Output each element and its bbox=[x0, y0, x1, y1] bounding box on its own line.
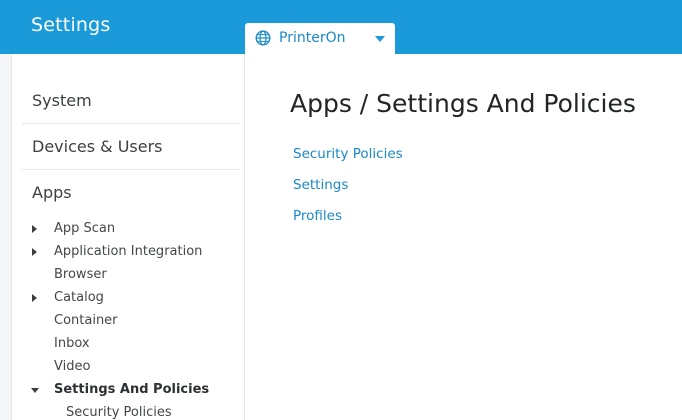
collapse-arrow-icon[interactable] bbox=[31, 388, 39, 393]
sidebar-item-inbox[interactable]: Inbox bbox=[54, 336, 90, 351]
sidebar-divider bbox=[22, 169, 240, 170]
sidebar-item-app-scan[interactable]: App Scan bbox=[54, 221, 115, 236]
sidebar-divider bbox=[22, 123, 240, 124]
link-security-policies[interactable]: Security Policies bbox=[293, 146, 403, 162]
expand-arrow-icon[interactable] bbox=[32, 225, 37, 233]
sidebar-item-container[interactable]: Container bbox=[54, 313, 118, 328]
expand-arrow-icon[interactable] bbox=[32, 248, 37, 256]
left-edge-strip bbox=[0, 54, 12, 420]
sidebar-section-devices-users[interactable]: Devices & Users bbox=[32, 137, 163, 156]
settings-sidebar: System Devices & Users Apps App Scan App… bbox=[12, 54, 245, 420]
globe-icon bbox=[255, 30, 271, 46]
org-selector-dropdown[interactable]: PrinterOn bbox=[245, 23, 395, 57]
sidebar-item-settings-and-policies[interactable]: Settings And Policies bbox=[54, 382, 209, 397]
sidebar-subitem-security-policies[interactable]: Security Policies bbox=[66, 405, 172, 420]
settings-window: Settings PrinterOn System Devices & User… bbox=[0, 0, 682, 420]
page-title: Apps / Settings And Policies bbox=[290, 89, 636, 118]
app-title: Settings bbox=[31, 14, 111, 36]
link-settings[interactable]: Settings bbox=[293, 177, 348, 193]
org-selector-label: PrinterOn bbox=[279, 30, 346, 46]
sidebar-item-video[interactable]: Video bbox=[54, 359, 90, 374]
sidebar-item-catalog[interactable]: Catalog bbox=[54, 290, 104, 305]
sidebar-item-application-integration[interactable]: Application Integration bbox=[54, 244, 202, 259]
expand-arrow-icon[interactable] bbox=[32, 294, 37, 302]
sidebar-item-browser[interactable]: Browser bbox=[54, 267, 107, 282]
sidebar-section-system[interactable]: System bbox=[32, 91, 92, 110]
chevron-down-icon[interactable] bbox=[375, 36, 385, 42]
link-profiles[interactable]: Profiles bbox=[293, 208, 342, 224]
sidebar-section-apps[interactable]: Apps bbox=[32, 183, 72, 202]
